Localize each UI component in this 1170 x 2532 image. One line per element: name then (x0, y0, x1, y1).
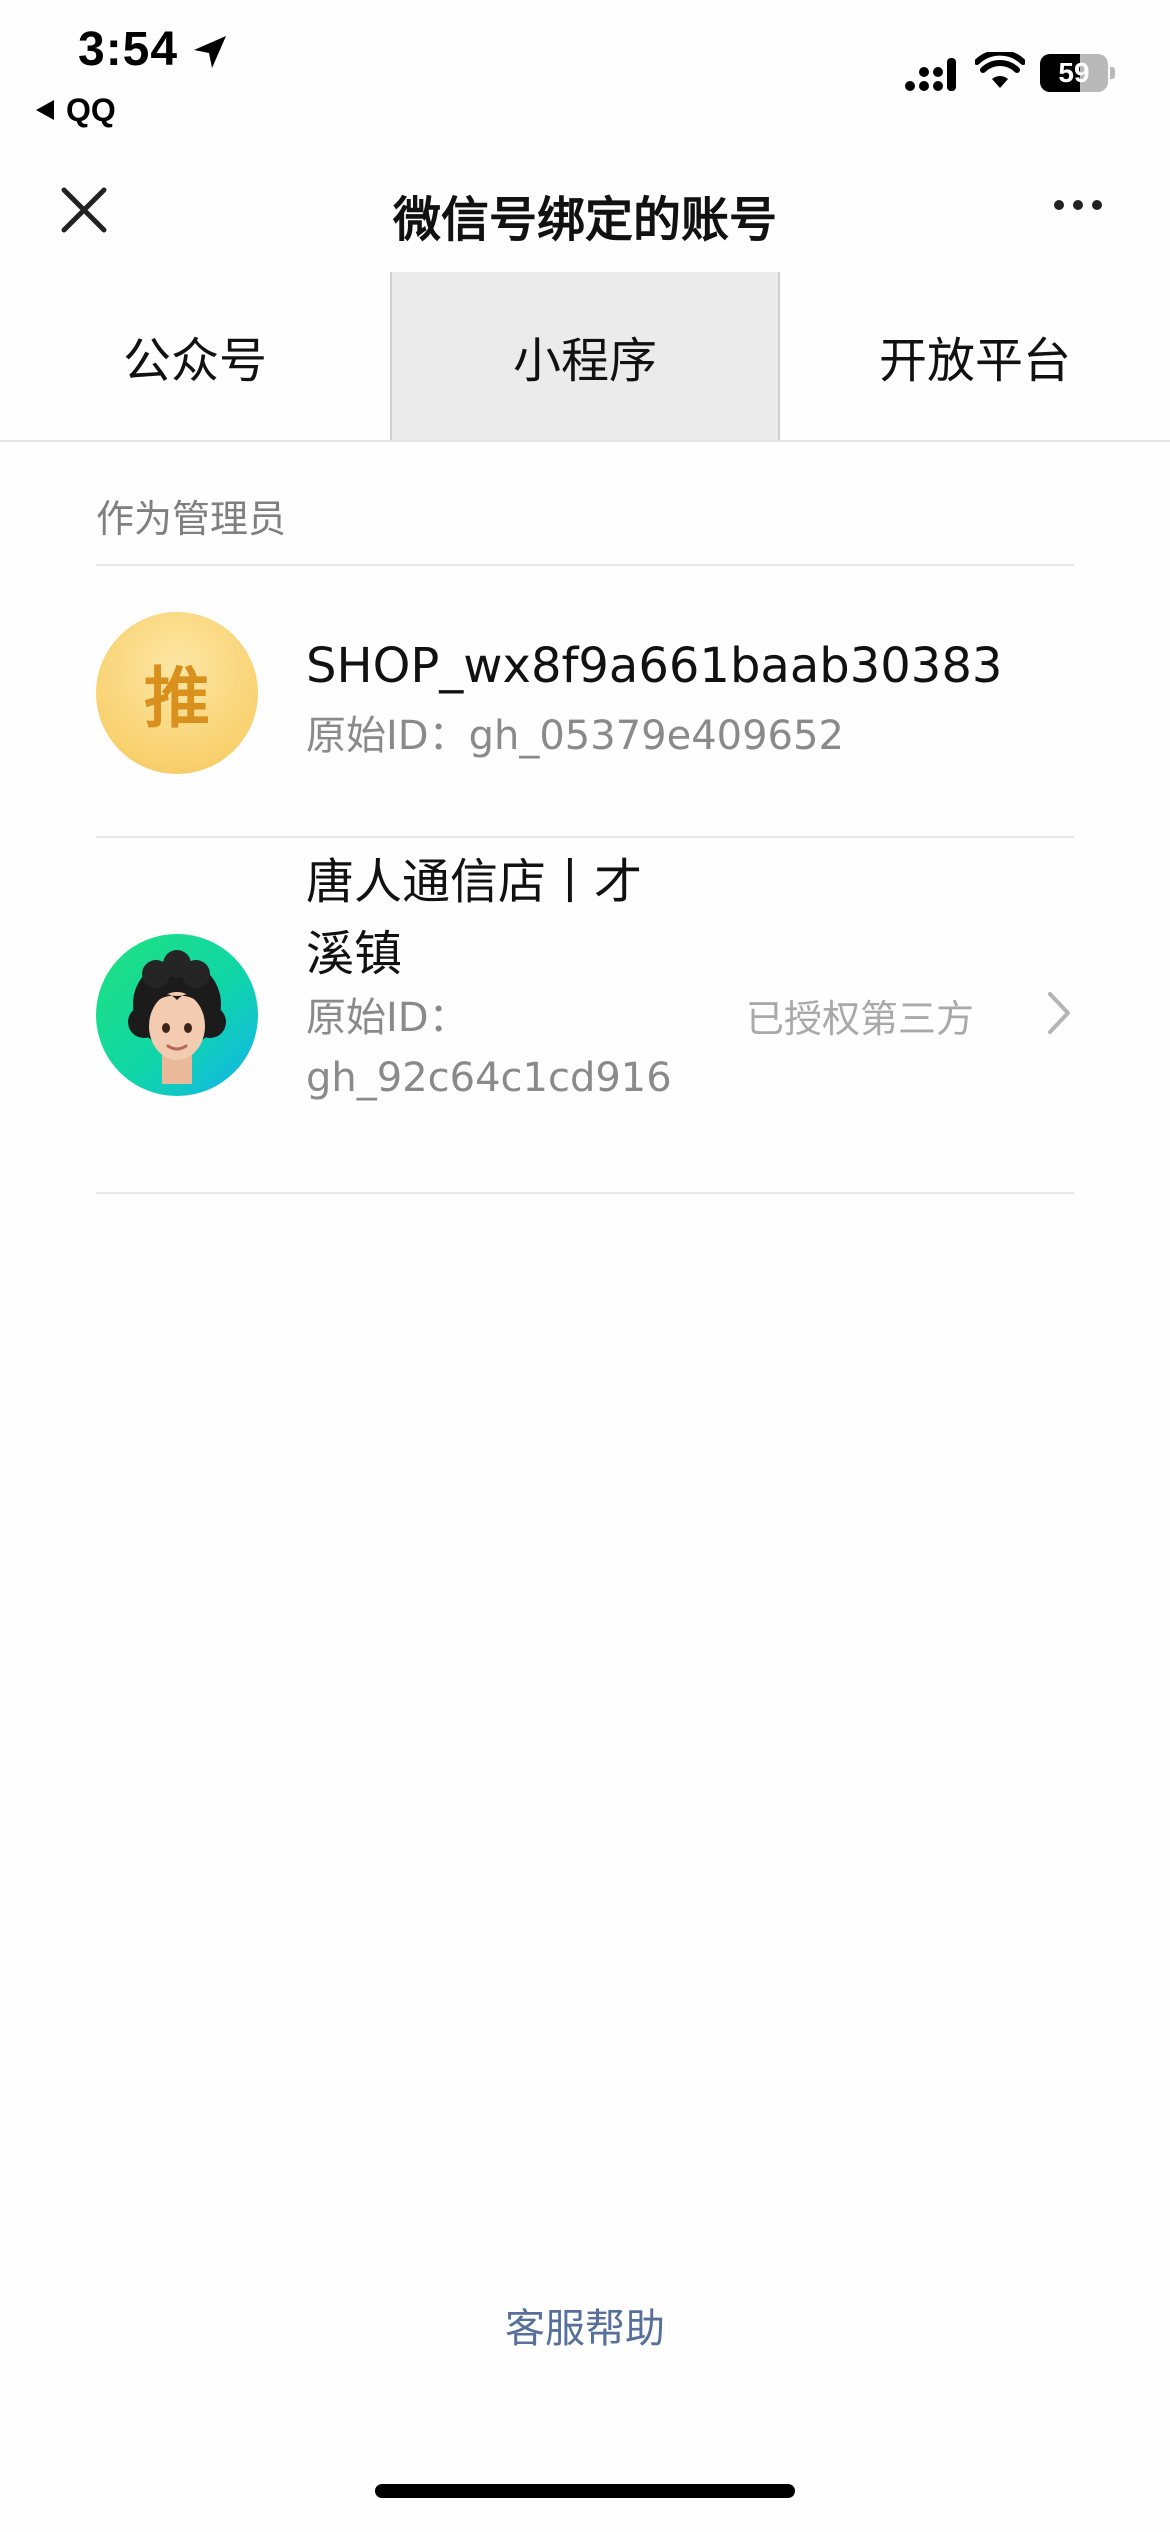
tab-mini-program[interactable]: 小程序 (390, 272, 780, 440)
customer-service-help-link[interactable]: 客服帮助 (0, 2296, 1170, 2354)
account-name-line2: 溪镇 (306, 926, 403, 982)
wifi-icon (975, 52, 1025, 88)
tab-open-platform[interactable]: 开放平台 (780, 272, 1170, 440)
account-name-line1: 唐人通信店丨才 (306, 854, 643, 910)
dot (1073, 200, 1083, 210)
list-item-shop[interactable]: 推 SHOP_wx8f9a661baab30383 原始ID：gh_05379e… (96, 566, 1074, 836)
auth-status: 已授权第三方 (746, 997, 975, 1041)
memoji-avatar-image (128, 950, 226, 1084)
account-id-label: 原始ID： (306, 995, 469, 1041)
account-id-value: gh_92c64c1cd916 (306, 1055, 672, 1101)
avatar: 推 (96, 612, 258, 774)
account-id: 原始ID：gh_05379e409652 (306, 706, 844, 766)
back-app-label: QQ (66, 91, 116, 128)
home-indicator[interactable] (375, 2484, 795, 2498)
more-dots-icon[interactable] (1054, 195, 1114, 225)
status-time: 3:54 (78, 23, 179, 76)
location-arrow-icon (194, 36, 226, 68)
section-header: 作为管理员 (96, 497, 287, 541)
battery-percent: 59 (1058, 57, 1090, 88)
page-title: 微信号绑定的账号 (392, 192, 777, 248)
back-to-app-button[interactable]: QQ (36, 90, 116, 130)
tab-official-account[interactable]: 公众号 (0, 272, 390, 440)
account-id-value: gh_05379e409652 (468, 713, 844, 759)
chevron-right-icon (1048, 992, 1070, 1034)
cellular-signal-icon (905, 58, 956, 91)
battery-nub (1110, 67, 1115, 79)
divider (96, 1192, 1074, 1194)
account-name: SHOP_wx8f9a661baab30383 (306, 638, 1003, 694)
nav-bar: 微信号绑定的账号 (0, 140, 1170, 270)
avatar (96, 934, 258, 1096)
dot (1054, 200, 1064, 210)
tab-bar: 公众号 小程序 开放平台 (0, 272, 1170, 442)
avatar-text: 推 (144, 660, 210, 737)
back-triangle-icon (36, 100, 54, 120)
dot (1092, 200, 1102, 210)
list-item-store[interactable]: 唐人通信店丨才 溪镇 原始ID： gh_92c64c1cd916 已授权第三方 (96, 838, 1074, 1192)
screen: 3:54 QQ 59 微信号绑定的账号 公众号 小程序 开放平台 作为管理员 推… (0, 0, 1170, 2532)
status-bar: 3:54 QQ 59 (0, 0, 1170, 140)
battery-icon: 59 (1040, 54, 1115, 92)
account-id-label: 原始ID： (306, 713, 469, 759)
